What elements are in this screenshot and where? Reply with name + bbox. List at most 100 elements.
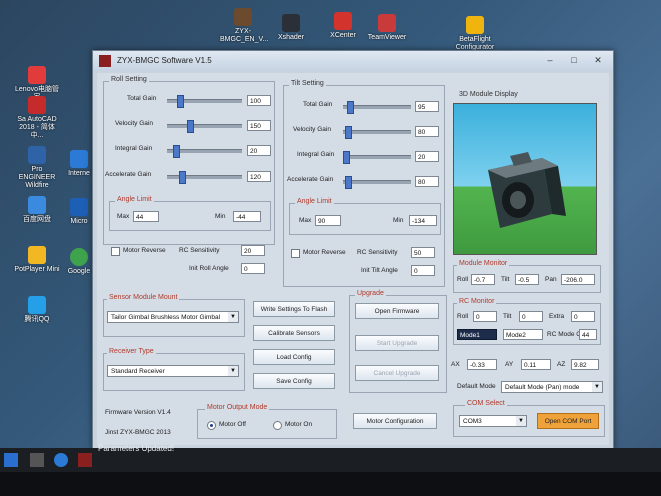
- com-port-dropdown[interactable]: COM3 ▼: [459, 415, 527, 427]
- firmware-version: Firmware Version V1.4: [105, 409, 171, 416]
- tilt-velocity-gain-slider[interactable]: [343, 126, 411, 139]
- open-com-port-button[interactable]: Open COM Port: [537, 413, 599, 429]
- slider-thumb[interactable]: [179, 171, 186, 184]
- tilt-accelerate-gain-slider[interactable]: [343, 176, 411, 189]
- save-config-button[interactable]: Save Config: [253, 373, 335, 389]
- start-icon[interactable]: [4, 453, 18, 467]
- copyright-text: Jinst ZYX-BMGC 2013: [105, 429, 171, 436]
- roll-total-gain-input[interactable]: 100: [247, 95, 271, 106]
- rc-mode-label: RC Mode C: [547, 331, 581, 338]
- roll-min-input[interactable]: -44: [233, 211, 261, 222]
- rc-monitor-label: RC Monitor: [457, 298, 497, 305]
- roll-rc-sensitivity-input[interactable]: 20: [241, 245, 265, 256]
- ax-value: -0.33: [467, 359, 497, 370]
- rc-roll-label: Roll: [457, 313, 469, 320]
- desktop-icon[interactable]: TeamViewer: [364, 14, 410, 42]
- internet-explorer-icon: [70, 150, 88, 168]
- motor-output-label: Motor Output Mode: [205, 404, 270, 411]
- tilt-velocity-gain-input[interactable]: 80: [415, 126, 439, 137]
- roll-integral-gain-label: Integral Gain: [115, 145, 153, 152]
- motor-off-radio[interactable]: [207, 421, 216, 430]
- desktop-icon[interactable]: PotPlayer Mini: [14, 246, 60, 274]
- az-value: 9.82: [571, 359, 599, 370]
- desktop-icon[interactable]: 百度网盘: [14, 196, 60, 224]
- tilt-motor-reverse-checkbox[interactable]: [291, 249, 300, 258]
- roll-accelerate-gain-slider[interactable]: [167, 171, 242, 184]
- client-area: Roll Setting Total Gain 100 Velocity Gai…: [97, 73, 609, 445]
- slider-thumb[interactable]: [345, 126, 352, 139]
- tilt-accelerate-gain-input[interactable]: 80: [415, 176, 439, 187]
- maximize-button[interactable]: □: [563, 54, 585, 67]
- tilt-min-input[interactable]: -134: [409, 215, 437, 226]
- google-chrome-icon: [70, 248, 88, 266]
- default-mode-label: Default Mode: [457, 383, 496, 390]
- roll-max-input[interactable]: 44: [133, 211, 159, 222]
- tilt-motor-reverse-label: Motor Reverse: [303, 249, 346, 256]
- minimize-button[interactable]: –: [539, 54, 561, 67]
- close-button[interactable]: ✕: [587, 54, 609, 67]
- desktop-icon[interactable]: Pro ENGINEER Wildfire: [14, 146, 60, 190]
- roll-accelerate-gain-label: Accelerate Gain: [105, 171, 152, 178]
- module-3d-view[interactable]: [453, 103, 597, 255]
- title-bar[interactable]: ZYX-BMGC Software V1.5 – □ ✕: [93, 51, 613, 71]
- init-tilt-angle-input[interactable]: 0: [411, 265, 435, 276]
- start-upgrade-button[interactable]: Start Upgrade: [355, 335, 439, 351]
- desktop-icon[interactable]: 腾讯QQ: [14, 296, 60, 324]
- tilt-integral-gain-input[interactable]: 20: [415, 151, 439, 162]
- tilt-rc-sensitivity-label: RC Sensitivity: [357, 249, 398, 256]
- default-mode-dropdown[interactable]: Default Mode (Pan) mode ▼: [501, 381, 603, 393]
- desktop-icon[interactable]: Sa AutoCAD 2018 - 简体中...: [14, 96, 60, 140]
- desktop-icon[interactable]: XCenter: [320, 12, 366, 40]
- open-firmware-button[interactable]: Open Firmware: [355, 303, 439, 319]
- rc-mode1-value: Mode1: [457, 329, 497, 340]
- desktop-icon[interactable]: Xshader: [268, 14, 314, 42]
- sensor-mount-dropdown[interactable]: Tailor Gimbal Brushless Motor Gimbal ▼: [107, 311, 239, 323]
- motor-on-label: Motor On: [285, 421, 313, 428]
- desktop-icon[interactable]: ZYX-BMGC_EN_V...: [220, 8, 268, 44]
- roll-velocity-gain-input[interactable]: 150: [247, 120, 271, 131]
- monitor-pan-label: Pan: [545, 276, 557, 283]
- load-config-button[interactable]: Load Config: [253, 349, 335, 365]
- desktop-icon[interactable]: BetaFlight Configurator: [452, 16, 498, 52]
- motor-configuration-button[interactable]: Motor Configuration: [353, 413, 437, 429]
- calibrate-sensors-button[interactable]: Calibrate Sensors: [253, 325, 335, 341]
- chevron-down-icon: ▼: [228, 312, 238, 322]
- slider-thumb[interactable]: [173, 145, 180, 158]
- ie-taskbar-icon[interactable]: [54, 453, 68, 467]
- zyx-taskbar-icon[interactable]: [78, 453, 92, 467]
- roll-velocity-gain-slider[interactable]: [167, 120, 242, 133]
- roll-setting-label: Roll Setting: [109, 76, 149, 83]
- roll-integral-gain-slider[interactable]: [167, 145, 242, 158]
- betaflight-icon: [466, 16, 484, 34]
- microsoft-edge-icon: [70, 198, 88, 216]
- rc-extra-value: 0: [571, 311, 595, 322]
- task-view-icon[interactable]: [30, 453, 44, 467]
- write-settings-button[interactable]: Write Settings To Flash: [253, 301, 335, 317]
- tilt-total-gain-slider[interactable]: [343, 101, 411, 114]
- rc-mode2-value: Mode2: [503, 329, 543, 340]
- autocad-icon: [28, 96, 46, 114]
- monitor-tilt-label: Tilt: [501, 276, 510, 283]
- slider-thumb[interactable]: [343, 151, 350, 164]
- motor-on-radio[interactable]: [273, 421, 282, 430]
- roll-motor-reverse-checkbox[interactable]: [111, 247, 120, 256]
- slider-thumb[interactable]: [347, 101, 354, 114]
- roll-total-gain-slider[interactable]: [167, 95, 242, 108]
- rc-extra-label: Extra: [549, 313, 565, 320]
- slider-thumb[interactable]: [187, 120, 194, 133]
- monitor-bezel: [0, 472, 661, 496]
- xcenter-icon: [334, 12, 352, 30]
- tilt-max-input[interactable]: 90: [315, 215, 341, 226]
- roll-accelerate-gain-input[interactable]: 120: [247, 171, 271, 182]
- slider-thumb[interactable]: [177, 95, 184, 108]
- tilt-rc-sensitivity-input[interactable]: 50: [411, 247, 435, 258]
- cancel-upgrade-button[interactable]: Cancel Upgrade: [355, 365, 439, 381]
- roll-integral-gain-input[interactable]: 20: [247, 145, 271, 156]
- receiver-type-dropdown[interactable]: Standard Receiver ▼: [107, 365, 239, 377]
- chevron-down-icon: ▼: [592, 382, 602, 392]
- teamviewer-icon: [378, 14, 396, 32]
- tilt-integral-gain-slider[interactable]: [343, 151, 411, 164]
- init-roll-angle-input[interactable]: 0: [241, 263, 265, 274]
- tilt-total-gain-input[interactable]: 95: [415, 101, 439, 112]
- slider-thumb[interactable]: [345, 176, 352, 189]
